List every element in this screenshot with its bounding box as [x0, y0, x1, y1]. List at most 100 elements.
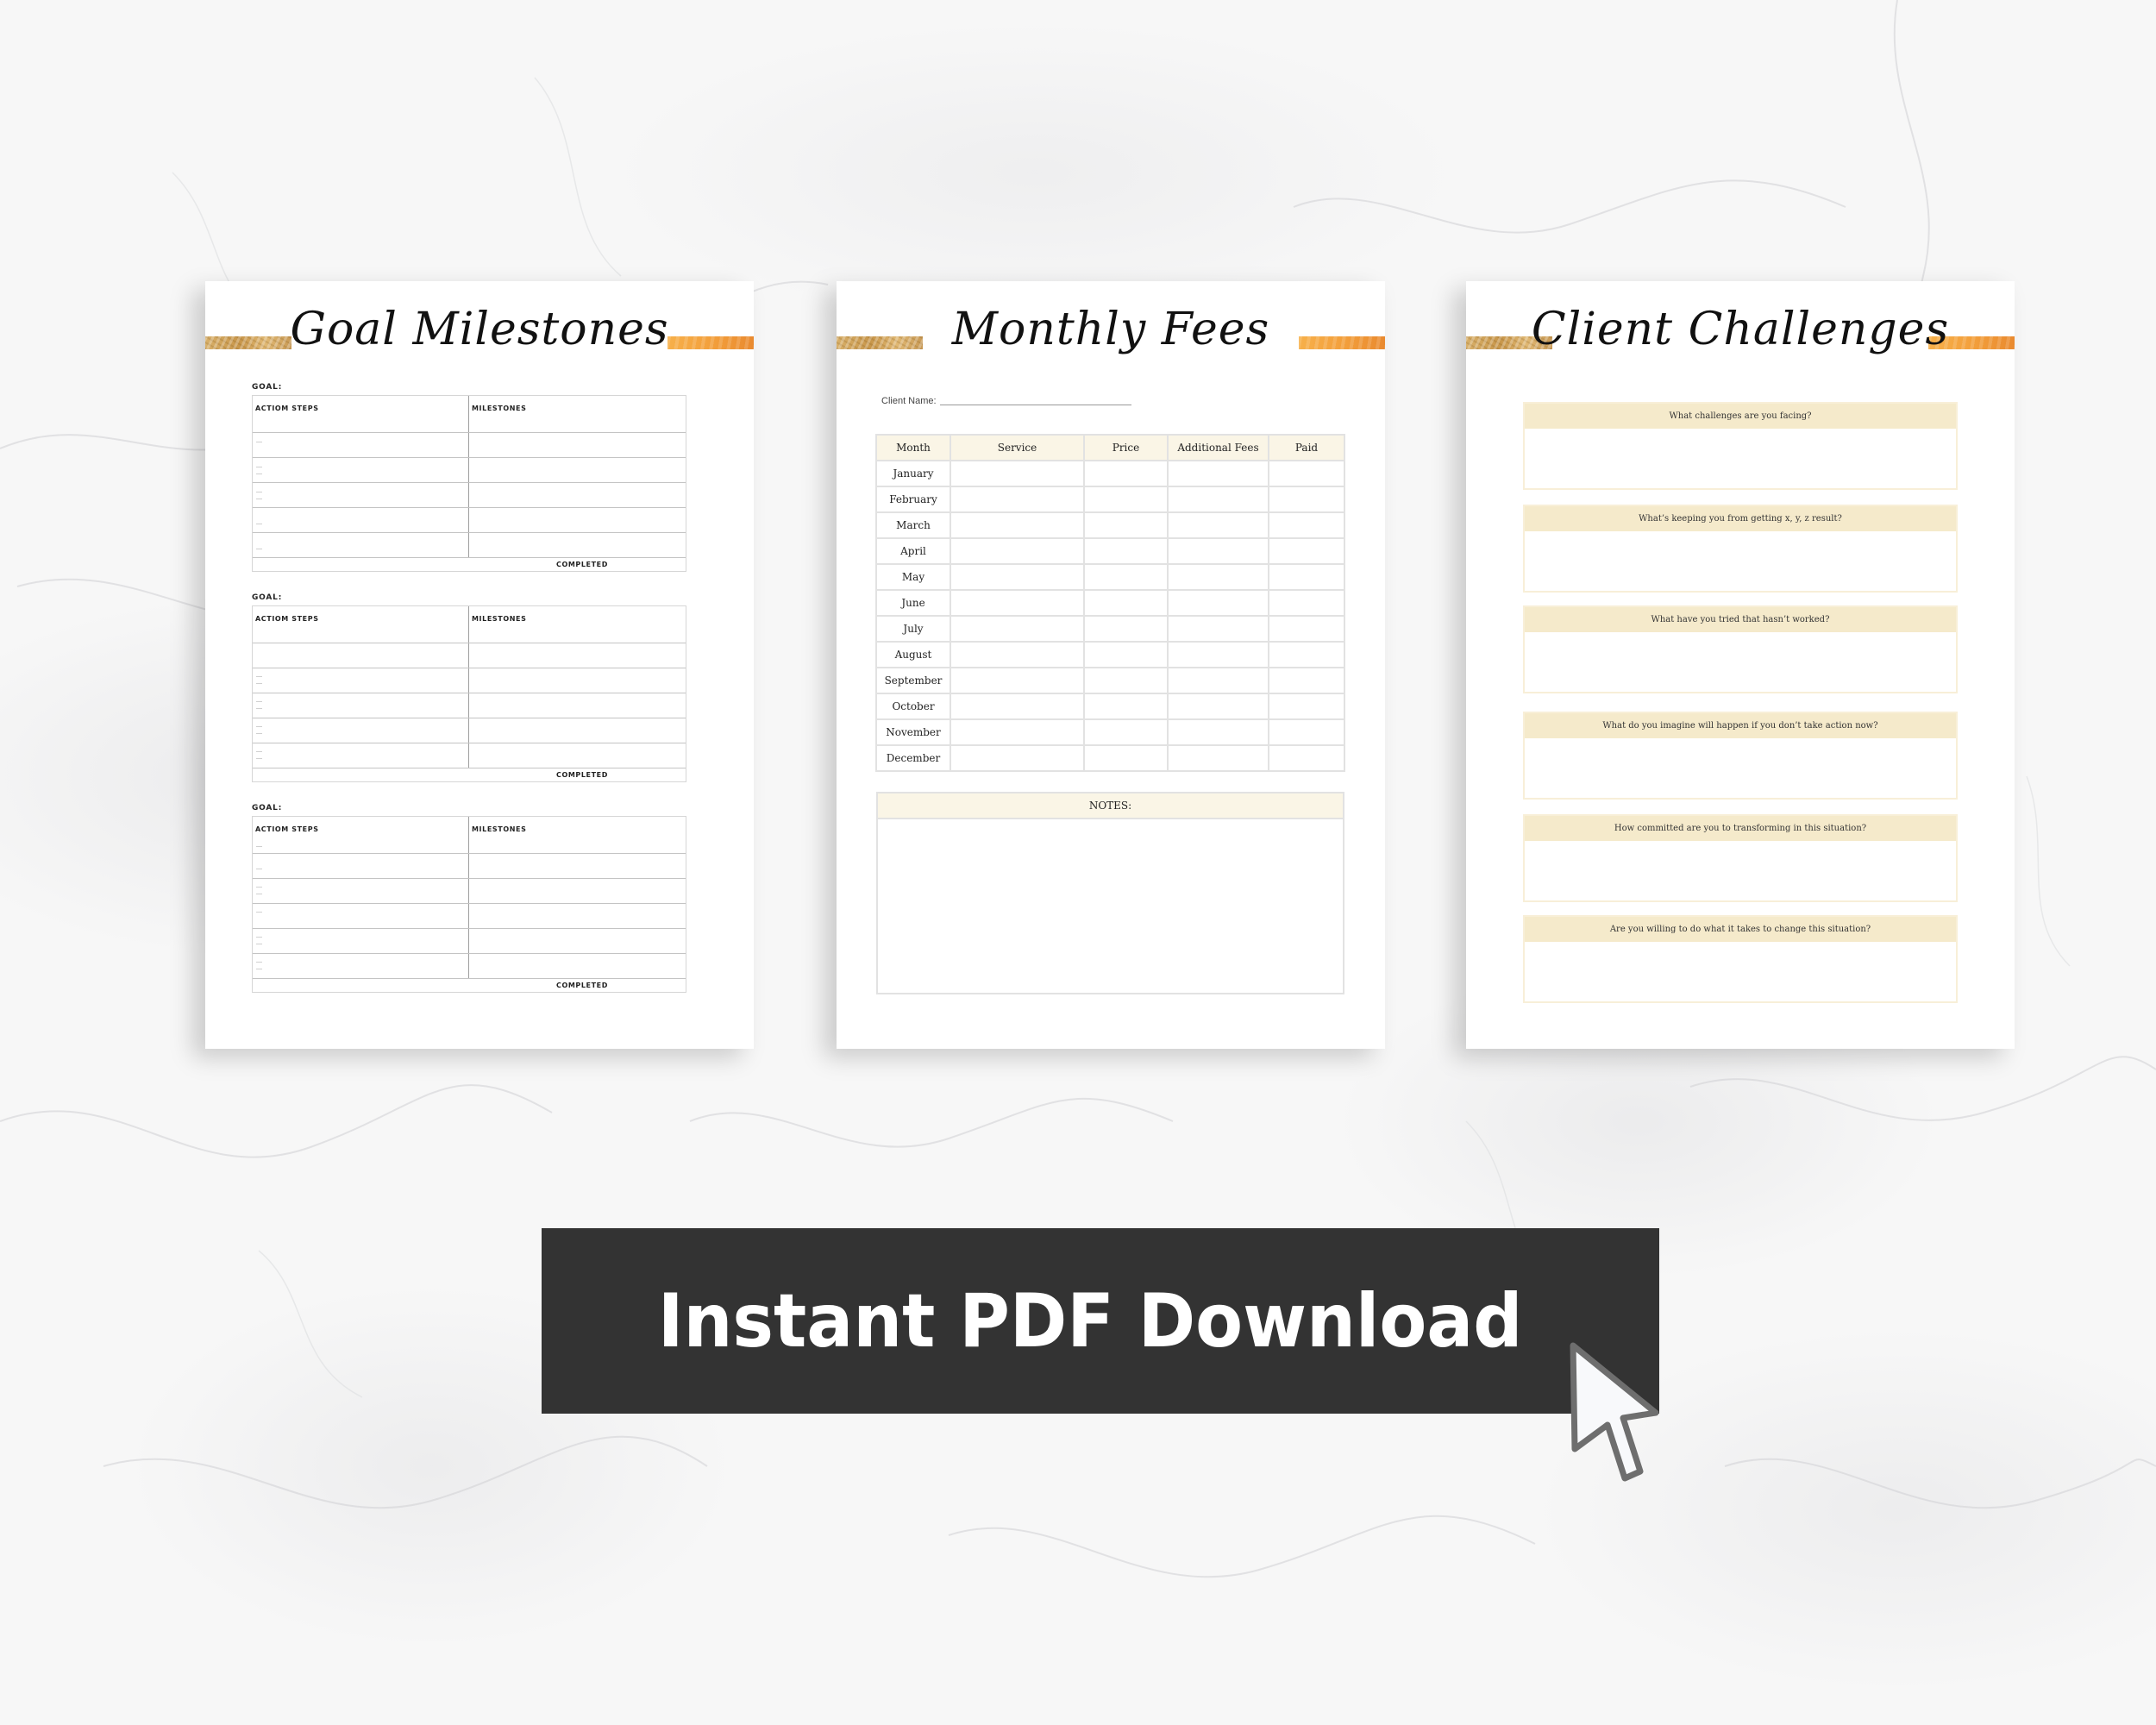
additional-fees-cell[interactable]: [1167, 460, 1269, 487]
table-row[interactable]: [253, 929, 686, 954]
price-cell[interactable]: [1083, 667, 1169, 694]
paid-cell[interactable]: [1268, 718, 1345, 746]
service-cell[interactable]: [950, 693, 1085, 720]
table-row: April: [875, 537, 1345, 565]
paid-cell[interactable]: [1268, 511, 1345, 539]
column-header-paid: Paid: [1268, 434, 1345, 461]
price-cell[interactable]: [1083, 460, 1169, 487]
additional-fees-cell[interactable]: [1167, 511, 1269, 539]
question-label: What’s keeping you from getting x, y, z …: [1525, 506, 1956, 531]
price-cell[interactable]: [1083, 718, 1169, 746]
question-box[interactable]: Are you willing to do what it takes to c…: [1523, 915, 1958, 1003]
table-row: November: [875, 718, 1345, 746]
goal-block: GOAL: ACTIOM STEPS MILESTONES COMPLETED: [252, 383, 686, 572]
goal-milestones-page: Goal Milestones GOAL: ACTIOM STEPS MILES…: [205, 281, 754, 1049]
table-row[interactable]: [253, 854, 686, 879]
question-box[interactable]: What’s keeping you from getting x, y, z …: [1523, 505, 1958, 593]
additional-fees-cell[interactable]: [1167, 641, 1269, 668]
service-cell[interactable]: [950, 511, 1085, 539]
paid-cell[interactable]: [1268, 537, 1345, 565]
table-row[interactable]: [253, 954, 686, 979]
price-cell[interactable]: [1083, 486, 1169, 513]
table-row: June: [875, 589, 1345, 617]
paid-cell[interactable]: [1268, 589, 1345, 617]
table-row[interactable]: [253, 693, 686, 718]
question-box[interactable]: What challenges are you facing?: [1523, 402, 1958, 490]
month-cell: February: [875, 486, 951, 513]
service-cell[interactable]: [950, 486, 1085, 513]
table-header-row: ACTIOM STEPS MILESTONES: [253, 606, 686, 643]
service-cell[interactable]: [950, 718, 1085, 746]
page-title: Monthly Fees: [951, 304, 1270, 355]
service-cell[interactable]: [950, 563, 1085, 591]
additional-fees-cell[interactable]: [1167, 667, 1269, 694]
paid-cell[interactable]: [1268, 667, 1345, 694]
additional-fees-cell[interactable]: [1167, 718, 1269, 746]
milestones-header: MILESTONES: [472, 825, 527, 833]
price-cell[interactable]: [1083, 641, 1169, 668]
download-button-label: Instant PDF Download: [657, 1277, 1523, 1364]
service-cell[interactable]: [950, 667, 1085, 694]
service-cell[interactable]: [950, 744, 1085, 772]
notes-box[interactable]: NOTES:: [876, 792, 1344, 994]
paid-cell[interactable]: [1268, 615, 1345, 643]
question-box[interactable]: How committed are you to transforming in…: [1523, 814, 1958, 902]
additional-fees-cell[interactable]: [1167, 537, 1269, 565]
action-steps-header: ACTIOM STEPS: [255, 615, 319, 623]
completed-label: COMPLETED: [555, 561, 608, 568]
column-header-service: Service: [950, 434, 1085, 461]
price-cell[interactable]: [1083, 693, 1169, 720]
month-cell: June: [875, 589, 951, 617]
table-row[interactable]: [253, 508, 686, 533]
paid-cell[interactable]: [1268, 641, 1345, 668]
table-row[interactable]: [253, 718, 686, 743]
table-row[interactable]: [253, 433, 686, 458]
additional-fees-cell[interactable]: [1167, 563, 1269, 591]
price-cell[interactable]: [1083, 744, 1169, 772]
monthly-fees-page: Monthly Fees Client Name: Month Service …: [837, 281, 1385, 1049]
table-row[interactable]: [253, 904, 686, 929]
table-row[interactable]: [253, 483, 686, 508]
question-box[interactable]: What have you tried that hasn’t worked?: [1523, 605, 1958, 693]
goal-block: GOAL: ACTIOM STEPS MILESTONES COMPLETED: [252, 593, 686, 782]
table-row: May: [875, 563, 1345, 591]
table-row[interactable]: [253, 533, 686, 558]
additional-fees-cell[interactable]: [1167, 589, 1269, 617]
paid-cell[interactable]: [1268, 460, 1345, 487]
question-label: How committed are you to transforming in…: [1525, 816, 1956, 841]
service-cell[interactable]: [950, 537, 1085, 565]
table-row[interactable]: [253, 643, 686, 668]
table-row: March: [875, 511, 1345, 539]
completed-label: COMPLETED: [555, 982, 608, 989]
service-cell[interactable]: [950, 460, 1085, 487]
additional-fees-cell[interactable]: [1167, 486, 1269, 513]
page-title: Goal Milestones: [290, 304, 669, 355]
service-cell[interactable]: [950, 615, 1085, 643]
table-row[interactable]: [253, 743, 686, 768]
table-row[interactable]: [253, 879, 686, 904]
table-row[interactable]: [253, 668, 686, 693]
paid-cell[interactable]: [1268, 744, 1345, 772]
price-cell[interactable]: [1083, 563, 1169, 591]
column-header-price: Price: [1083, 434, 1169, 461]
additional-fees-cell[interactable]: [1167, 615, 1269, 643]
question-box[interactable]: What do you imagine will happen if you d…: [1523, 712, 1958, 800]
price-cell[interactable]: [1083, 511, 1169, 539]
month-cell: September: [875, 667, 951, 694]
month-cell: January: [875, 460, 951, 487]
paid-cell[interactable]: [1268, 486, 1345, 513]
paid-cell[interactable]: [1268, 563, 1345, 591]
month-cell: December: [875, 744, 951, 772]
instant-pdf-download-button[interactable]: Instant PDF Download: [542, 1228, 1659, 1414]
service-cell[interactable]: [950, 589, 1085, 617]
table-row[interactable]: [253, 458, 686, 483]
action-steps-header: ACTIOM STEPS: [255, 405, 319, 412]
price-cell[interactable]: [1083, 537, 1169, 565]
additional-fees-cell[interactable]: [1167, 693, 1269, 720]
price-cell[interactable]: [1083, 615, 1169, 643]
paid-cell[interactable]: [1268, 693, 1345, 720]
service-cell[interactable]: [950, 641, 1085, 668]
client-name-field[interactable]: Client Name:: [881, 396, 1131, 406]
additional-fees-cell[interactable]: [1167, 744, 1269, 772]
price-cell[interactable]: [1083, 589, 1169, 617]
